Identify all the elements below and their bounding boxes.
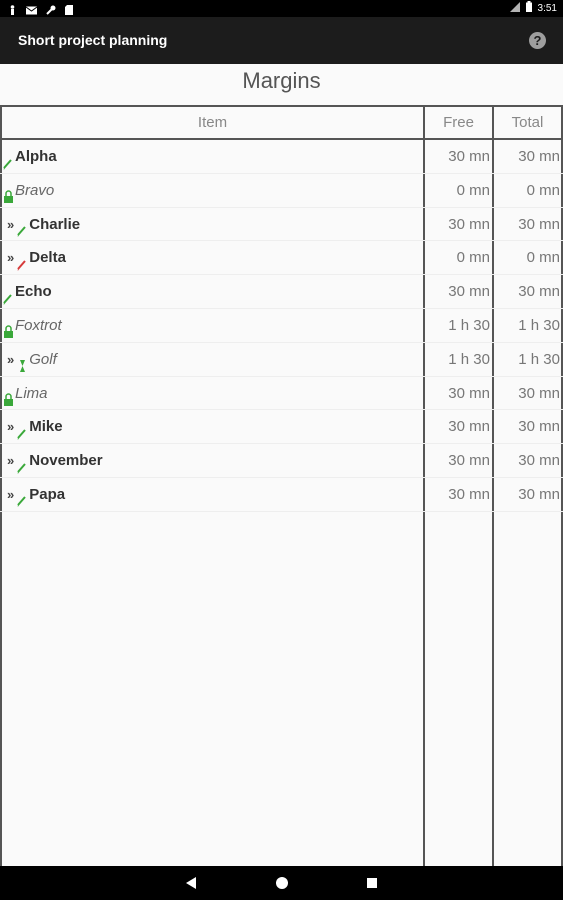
- item-cell: » Golf: [3, 343, 57, 376]
- pencil-green-icon: [3, 150, 14, 169]
- total-margin-cell: 0 mn: [526, 249, 560, 267]
- table-row[interactable]: Lima 30 mn 30 mn: [0, 377, 563, 411]
- free-margin-cell: 30 mn: [448, 148, 490, 165]
- back-icon[interactable]: [186, 877, 196, 889]
- item-cell: » Charlie: [3, 208, 80, 241]
- free-margin-cell: 0 mn: [456, 181, 490, 199]
- table-row[interactable]: » Delta 0 mn 0 mn: [0, 241, 563, 276]
- subtask-marker: »: [7, 453, 15, 469]
- total-margin-cell: 30 mn: [518, 215, 560, 233]
- table-row[interactable]: » Charlie 30 mn 30 mn: [0, 208, 563, 242]
- item-name: Foxtrot: [15, 316, 62, 334]
- hourglass-green-icon: [17, 352, 28, 373]
- column-header-free[interactable]: Free: [425, 107, 492, 138]
- total-margin-cell: 0 mn: [526, 181, 560, 199]
- item-cell: » Delta: [3, 241, 66, 274]
- table-row[interactable]: Foxtrot 1 h 30 1 h 30: [0, 309, 563, 343]
- item-cell: Lima: [3, 377, 48, 410]
- table-row[interactable]: Alpha 30 mn 30 mn: [0, 140, 563, 174]
- table-row[interactable]: Bravo 0 mn 0 mn: [0, 174, 563, 208]
- item-name: Golf: [29, 350, 57, 368]
- battery-icon: [525, 1, 532, 15]
- pencil-green-icon: [3, 285, 14, 305]
- free-margin-cell: 30 mn: [448, 215, 490, 233]
- pencil-green-icon: [17, 454, 28, 474]
- table-row[interactable]: Echo 30 mn 30 mn: [0, 275, 563, 309]
- content-area: Margins Item Free Total Alpha 30 mn 30 mn B…: [0, 64, 563, 866]
- item-name: Echo: [15, 283, 52, 301]
- total-margin-cell: 30 mn: [518, 148, 560, 165]
- signal-icon: [509, 1, 520, 15]
- subtask-marker: »: [7, 250, 15, 266]
- column-header-total[interactable]: Total: [494, 107, 561, 138]
- subtask-marker: »: [7, 486, 15, 502]
- item-cell: » November: [3, 444, 103, 477]
- item-name: Delta: [29, 249, 66, 267]
- lock-green-icon: [3, 318, 14, 339]
- free-margin-cell: 30 mn: [448, 485, 490, 503]
- free-margin-cell: 1 h 30: [448, 316, 490, 334]
- item-cell: » Mike: [3, 410, 63, 443]
- total-margin-cell: 30 mn: [518, 452, 560, 470]
- item-name: Lima: [15, 384, 48, 402]
- total-margin-cell: 30 mn: [518, 283, 560, 301]
- free-margin-cell: 30 mn: [448, 418, 490, 436]
- free-margin-cell: 0 mn: [456, 249, 490, 267]
- table-row[interactable]: » November 30 mn 30 mn: [0, 444, 563, 478]
- lock-green-icon: [3, 386, 14, 407]
- app-title: Short project planning: [18, 32, 168, 48]
- lock-green-icon: [3, 183, 14, 204]
- pencil-red-icon: [17, 251, 28, 271]
- item-name: Papa: [29, 485, 66, 503]
- home-icon[interactable]: [276, 877, 288, 889]
- item-name: Mike: [29, 418, 63, 436]
- table-body: Alpha 30 mn 30 mn Bravo 0 mn 0 mn » Charlie 30 m…: [0, 140, 563, 512]
- page-title: Margins: [242, 68, 321, 93]
- total-margin-cell: 30 mn: [518, 418, 560, 436]
- margins-table: Item Free Total Alpha 30 mn 30 mn Bravo 0 mn…: [0, 105, 563, 866]
- free-margin-cell: 30 mn: [448, 384, 490, 402]
- table-row[interactable]: » Mike 30 mn 30 mn: [0, 410, 563, 445]
- item-cell: Foxtrot: [3, 309, 62, 342]
- help-icon[interactable]: ?: [529, 32, 546, 49]
- free-margin-cell: 30 mn: [448, 452, 490, 470]
- pencil-green-icon: [17, 217, 28, 237]
- column-header-item[interactable]: Item: [2, 107, 423, 138]
- total-margin-cell: 30 mn: [518, 384, 560, 402]
- item-name: Alpha: [15, 148, 57, 165]
- free-margin-cell: 1 h 30: [448, 350, 490, 368]
- item-cell: » Papa: [3, 478, 65, 511]
- table-row[interactable]: » Golf 1 h 30 1 h 30: [0, 343, 563, 377]
- clock-time: 3:51: [537, 2, 557, 14]
- total-margin-cell: 1 h 30: [518, 316, 560, 334]
- item-name: Charlie: [29, 215, 81, 233]
- pencil-green-icon: [17, 487, 28, 507]
- app-bar: Short project planning ?: [0, 17, 563, 64]
- subtask-marker: »: [7, 419, 15, 435]
- pencil-green-icon: [17, 420, 28, 440]
- item-cell: Alpha: [3, 140, 57, 173]
- table-row[interactable]: » Papa 30 mn 30 mn: [0, 478, 563, 512]
- total-margin-cell: 1 h 30: [518, 350, 560, 368]
- status-bar: 3:51: [0, 0, 563, 17]
- total-margin-cell: 30 mn: [518, 485, 560, 503]
- subtask-marker: »: [7, 351, 15, 367]
- subtask-marker: »: [7, 216, 15, 232]
- item-name: Bravo: [15, 181, 55, 199]
- free-margin-cell: 30 mn: [448, 283, 490, 301]
- item-cell: Echo: [3, 275, 52, 308]
- item-name: November: [29, 452, 103, 470]
- item-cell: Bravo: [3, 174, 54, 207]
- recent-apps-icon[interactable]: [367, 878, 377, 888]
- navigation-bar: [0, 866, 563, 900]
